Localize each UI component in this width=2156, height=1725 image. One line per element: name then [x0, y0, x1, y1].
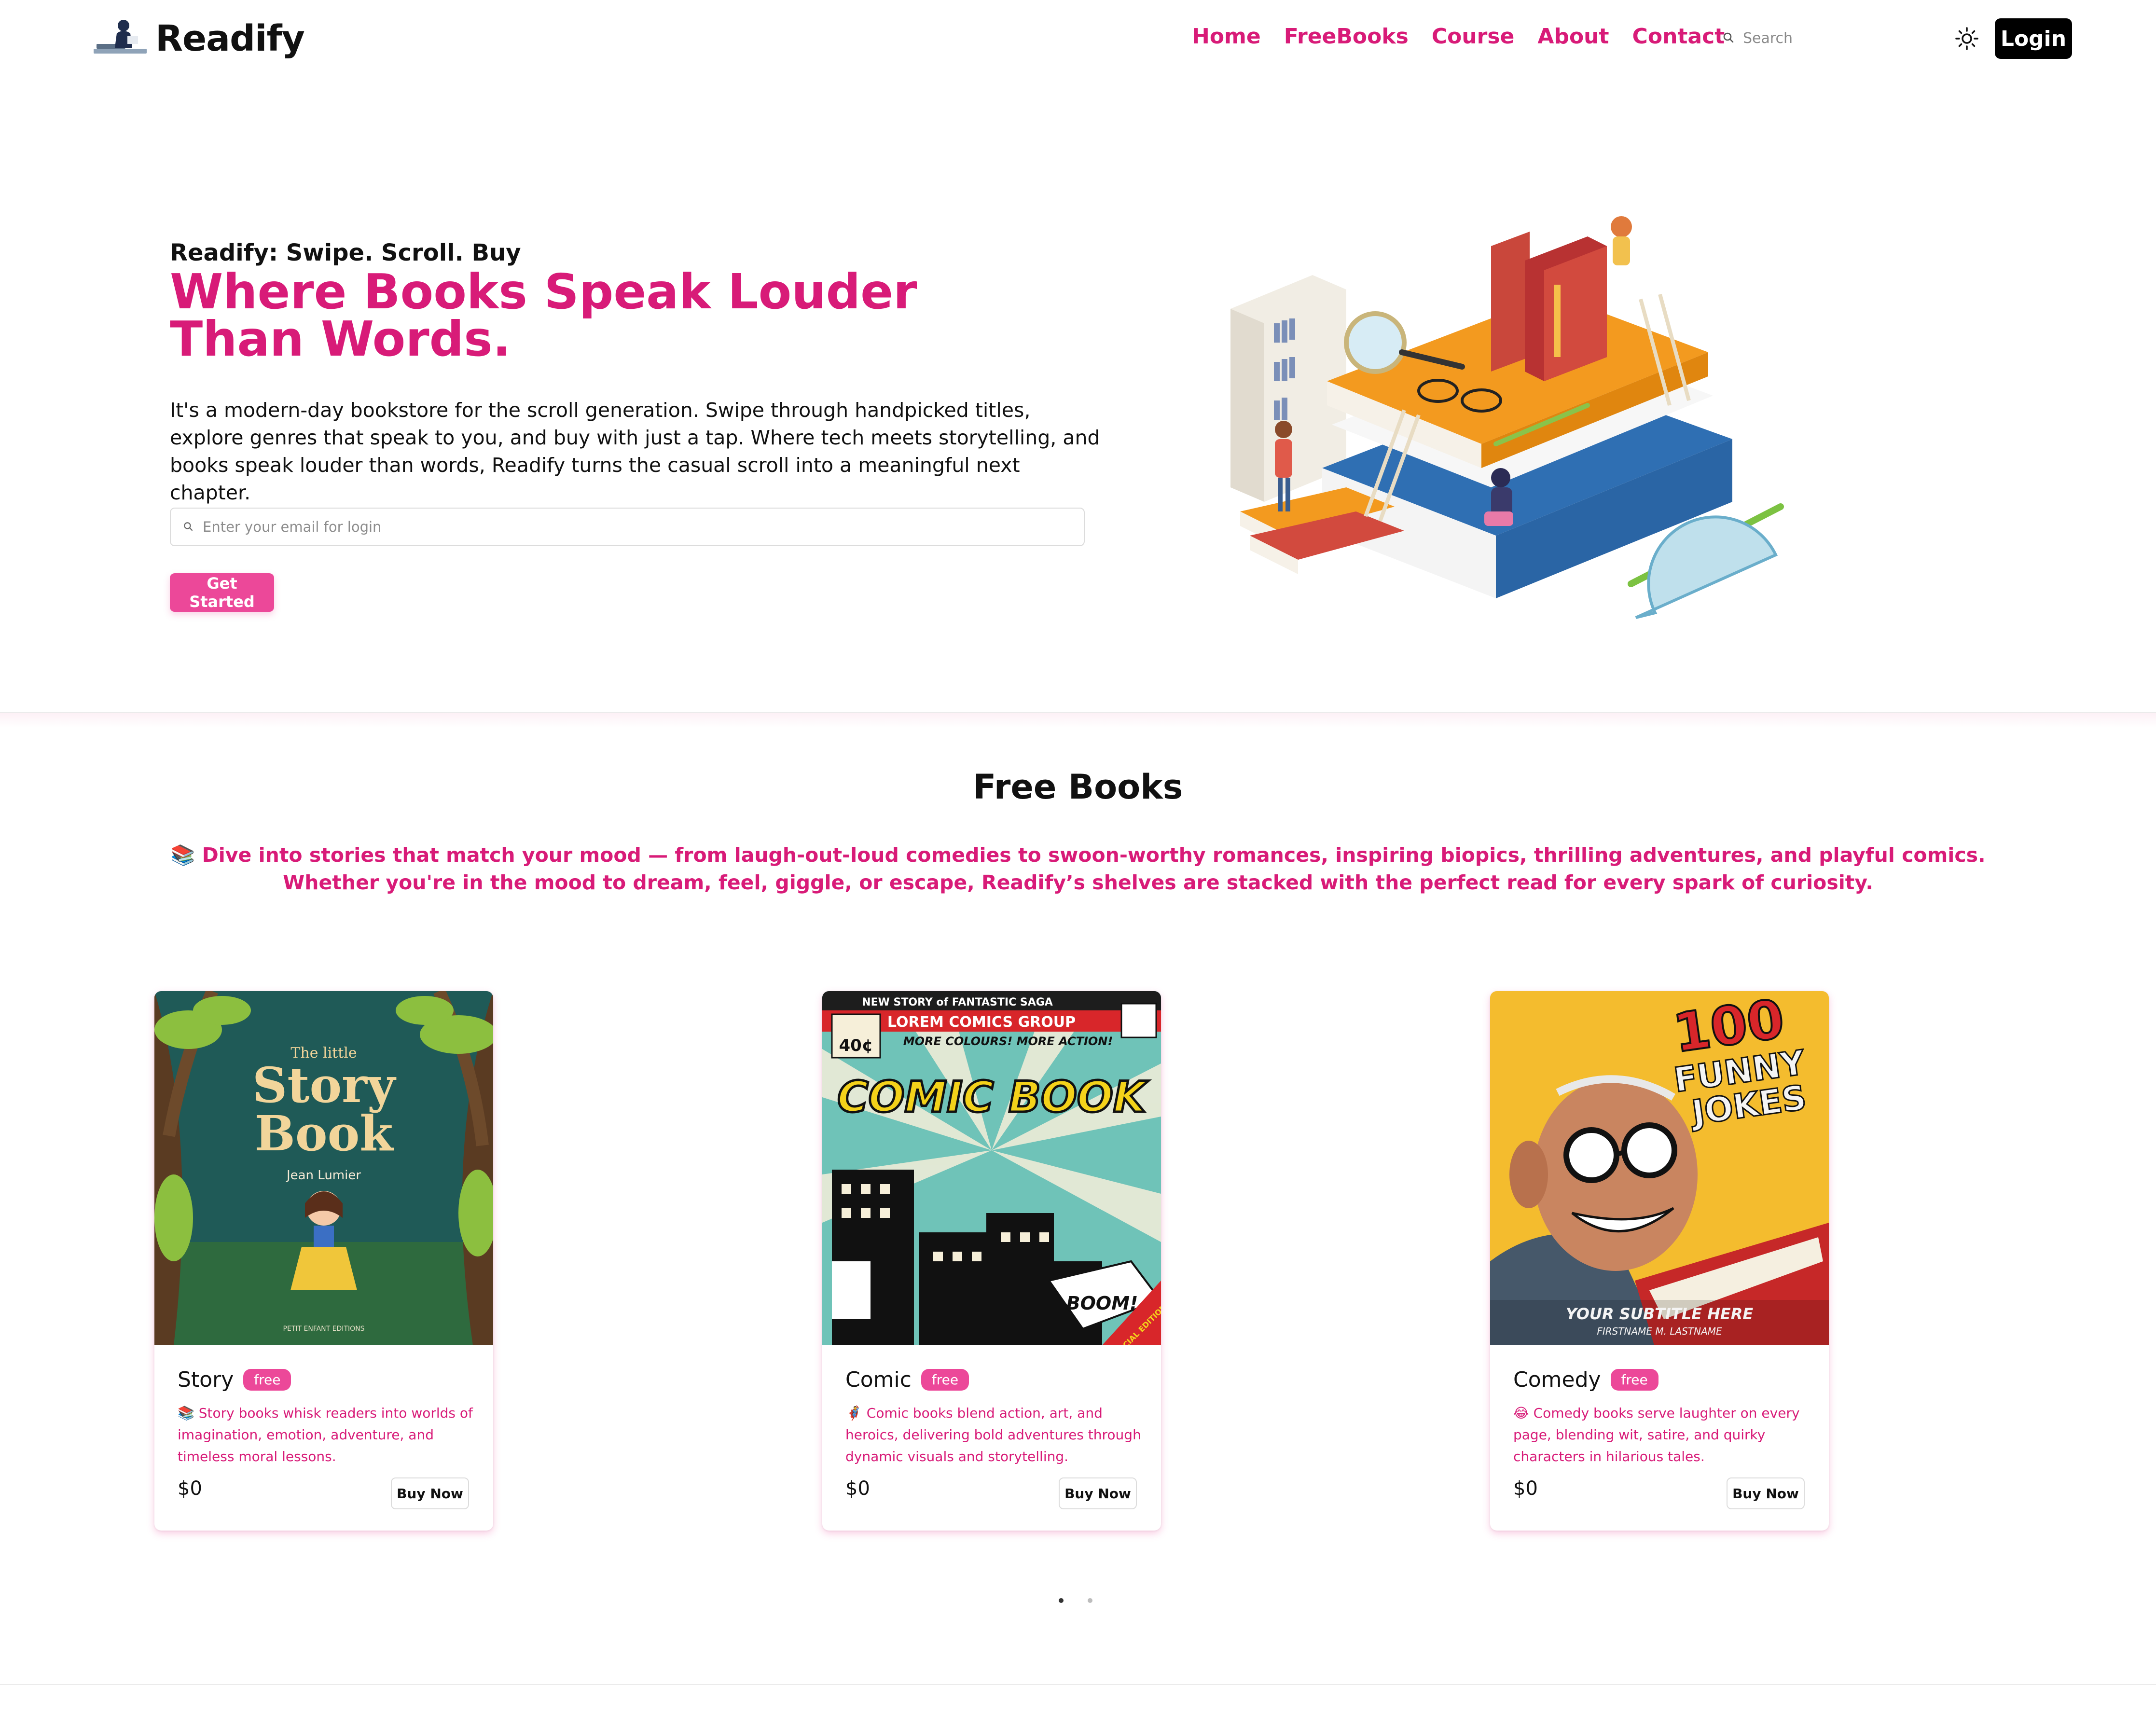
- nav-freebooks[interactable]: FreeBooks: [1284, 24, 1409, 49]
- hero-title: Where Books Speak Louder Than Words.: [170, 263, 917, 367]
- card-description: 🦸 Comic books blend action, art, and her…: [845, 1405, 1141, 1464]
- comic-title: COMIC BOOK: [837, 1072, 1149, 1122]
- comic-group: LOREM COMICS GROUP: [887, 1014, 1076, 1031]
- sun-icon: [1955, 27, 1978, 50]
- card-price: $0: [1513, 1477, 1538, 1500]
- free-badge: free: [1610, 1369, 1658, 1391]
- search-icon: [1723, 32, 1734, 43]
- comic-book-cover: NEW STORY of FANTASTIC SAGA LOREM COMICS…: [822, 991, 1161, 1345]
- brand-name: Readify: [155, 18, 305, 59]
- card-price: $0: [845, 1477, 870, 1500]
- search-icon: [184, 522, 193, 531]
- search-bar: [1722, 22, 1915, 54]
- carousel-dots: [1059, 1598, 1092, 1603]
- theme-toggle[interactable]: [1951, 23, 1982, 54]
- main-menu: Home FreeBooks Course About Contact: [1192, 24, 1725, 49]
- card-description: 📚 Story books whisk readers into worlds …: [178, 1405, 473, 1464]
- books-stack-illustration: [1230, 216, 1784, 619]
- buy-now-button[interactable]: Buy Now: [391, 1477, 469, 1509]
- card-description: 😂 Comedy books serve laughter on every p…: [1513, 1405, 1800, 1464]
- email-field-wrapper: [170, 508, 1085, 546]
- cover-publisher: PETIT ENFANT EDITIONS: [283, 1325, 365, 1333]
- search-input[interactable]: [1742, 29, 1901, 47]
- nav-contact[interactable]: Contact: [1632, 24, 1725, 49]
- brand-logo[interactable]: Readify: [92, 14, 305, 63]
- navbar: Readify Home FreeBooks Course About Cont…: [0, 0, 2156, 77]
- hero-tagline: Readify: Swipe. Scroll. Buy: [170, 239, 521, 266]
- comedy-subtitle: YOUR SUBTITLE HERE: [1566, 1305, 1754, 1323]
- book-card-story[interactable]: The little Story Book Jean Lumier PETIT …: [154, 991, 493, 1531]
- free-badge: free: [243, 1369, 291, 1391]
- card-title: Story: [178, 1367, 234, 1392]
- comedy-author: FIRSTNAME M. LASTNAME: [1597, 1325, 1722, 1337]
- comedy-book-cover: 100 FUNNY JOKES YOUR SUBTITLE HERE FIRST…: [1490, 991, 1829, 1345]
- free-books-title: Free Books: [973, 767, 1183, 807]
- story-book-cover: The little Story Book Jean Lumier PETIT …: [154, 991, 493, 1345]
- reader-logo-icon: [94, 20, 147, 54]
- login-button[interactable]: Login: [1995, 18, 2072, 59]
- buy-now-button[interactable]: Buy Now: [1727, 1477, 1805, 1509]
- free-books-description: 📚 Dive into stories that match your mood…: [170, 843, 1986, 894]
- comic-bubble: BOOM!: [1066, 1293, 1138, 1314]
- book-card-comedy[interactable]: 100 FUNNY JOKES YOUR SUBTITLE HERE FIRST…: [1490, 991, 1829, 1531]
- comic-price-tag: 40¢: [839, 1036, 873, 1055]
- email-field[interactable]: [202, 518, 1061, 536]
- section-band: [0, 713, 2156, 728]
- nav-course[interactable]: Course: [1432, 24, 1515, 49]
- card-title-row: Story free: [178, 1367, 291, 1392]
- cover-line: Book: [254, 1105, 394, 1162]
- comic-tagline: MORE COLOURS! MORE ACTION!: [903, 1035, 1113, 1048]
- carousel-dot[interactable]: [1088, 1598, 1092, 1603]
- carousel-dot[interactable]: [1059, 1598, 1064, 1603]
- nav-home[interactable]: Home: [1192, 24, 1261, 49]
- hero-description: It's a modern-day bookstore for the scro…: [170, 399, 1100, 504]
- card-title-row: Comedy free: [1513, 1367, 1658, 1392]
- free-badge: free: [921, 1369, 969, 1391]
- nav-about[interactable]: About: [1537, 24, 1609, 49]
- card-title: Comic: [845, 1367, 912, 1392]
- card-price: $0: [178, 1477, 202, 1500]
- card-title-row: Comic free: [845, 1367, 969, 1392]
- book-card-comic[interactable]: NEW STORY of FANTASTIC SAGA LOREM COMICS…: [822, 991, 1161, 1531]
- cover-author: Jean Lumier: [286, 1168, 361, 1183]
- get-started-button[interactable]: Get Started: [170, 573, 274, 612]
- comic-top: NEW STORY of FANTASTIC SAGA: [862, 996, 1053, 1008]
- buy-now-button[interactable]: Buy Now: [1059, 1477, 1137, 1509]
- card-title: Comedy: [1513, 1367, 1601, 1392]
- section-divider: [0, 1684, 2156, 1685]
